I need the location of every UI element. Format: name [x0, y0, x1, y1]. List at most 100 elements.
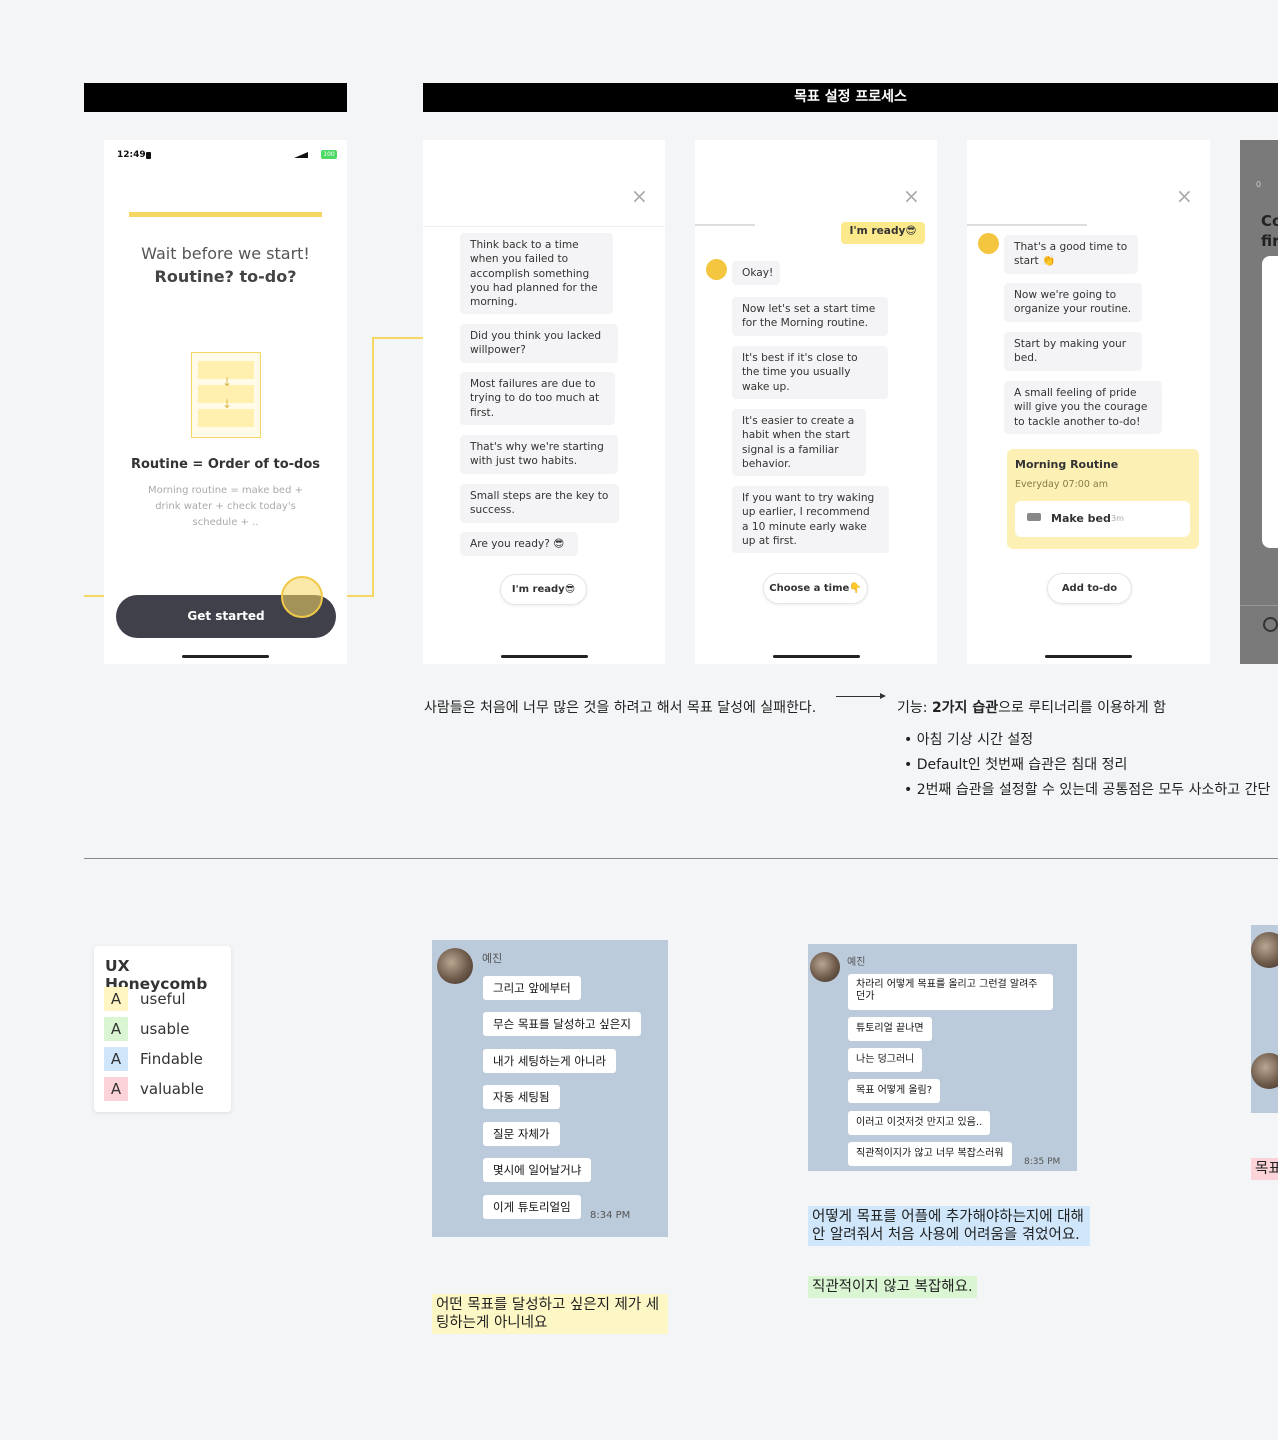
im-ready-button[interactable]: I'm ready😎 [500, 574, 587, 605]
card-subtitle: Everyday 07:00 am [1015, 479, 1108, 490]
ux-honeycomb-card: UX Honeycomb Auseful Ausable A Findable A… [94, 946, 231, 1112]
chat-bubble: Think back to a time when you failed to … [460, 233, 613, 315]
arrow-down-icon: ↓ [222, 397, 233, 411]
tap-indicator [281, 576, 323, 618]
chat-message: 직관적이지가 않고 너무 복잡스러워 [848, 1142, 1012, 1166]
section-divider [84, 858, 1278, 859]
chat-message: 내가 세팅하는게 아니라 [483, 1049, 617, 1073]
routine-illustration: ↓ ↓ [191, 352, 261, 438]
chat-message: 질문 자체가 [483, 1122, 560, 1146]
chat-message: 무슨 목표를 달성하고 싶은지 [483, 1012, 641, 1036]
chat-bubble: Start by making your bed. [1004, 332, 1142, 371]
desc-line3: schedule + .. [192, 517, 259, 528]
signal-icon [294, 152, 308, 158]
chat-bubble: That's a good time to start 👏 [1004, 235, 1138, 274]
chat-bubble: Now let's set a start time for the Morni… [732, 297, 888, 336]
item-duration: 3m [1111, 514, 1124, 523]
chat-bubble: That's why we're starting with just two … [460, 435, 618, 474]
choose-time-button[interactable]: Choose a time👇 [763, 573, 868, 604]
section-header: 목표 설정 프로세스 [423, 83, 1278, 112]
chat-bubble: Now we're going to organize your routine… [1004, 283, 1142, 322]
honeycomb-letter: A [104, 987, 128, 1011]
chat-bubble: Are you ready? 😎 [460, 532, 578, 557]
chat-message: 자동 세팅됨 [483, 1085, 560, 1109]
honeycomb-label: valuable [140, 1080, 204, 1098]
chat-bubble: It's best if it's close to the time you … [732, 346, 888, 399]
next-screen-peek: 0 Co fir [1240, 140, 1278, 664]
item-label: Make bed [1051, 512, 1111, 525]
chat-message: 나는 덩그러니 [848, 1048, 923, 1072]
peek-card [1262, 256, 1278, 548]
bullet-text: Default인 첫번째 습관은 침대 정리 [916, 757, 1128, 773]
chat-bubble: Okay! [732, 261, 780, 286]
honeycomb-label: Findable [140, 1050, 203, 1068]
kakao-chat-2: 예진 차라리 어떻게 목표를 올리고 그런걸 알려주던가 튜토리얼 끝나면 나는… [808, 944, 1077, 1171]
battery-icon: 100 [321, 150, 337, 159]
insight-note-yellow: 어떤 목표를 달성하고 싶은지 제가 세팅하는게 아니네요 [432, 1294, 668, 1334]
progress-line [695, 224, 755, 226]
chat-screen-1: × Think back to a time when you failed t… [423, 140, 665, 664]
coach-avatar [978, 233, 999, 254]
chat-bubble: Did you think you lacked willpower? [460, 324, 618, 363]
arrow-head [880, 693, 886, 699]
insight-note-green: 직관적이지 않고 복잡해요. [808, 1276, 977, 1298]
home-indicator [1045, 655, 1132, 658]
add-todo-button[interactable]: Add to-do [1047, 573, 1132, 604]
sender-name: 예진 [847, 957, 866, 968]
close-icon[interactable]: × [903, 184, 920, 208]
problem-note: 사람들은 처음에 너무 많은 것을 하려고 해서 목표 달성에 실패한다. [424, 700, 817, 716]
chat-bubble: It's easier to create a habit when the s… [732, 409, 866, 477]
user-reply-bubble: I'm ready😎 [841, 222, 925, 244]
honeycomb-item: Ausable [104, 1017, 189, 1041]
header-divider [423, 226, 665, 227]
honeycomb-item: A Findable [104, 1047, 203, 1071]
feature-bullet: • Default인 첫번째 습관은 침대 정리 [904, 757, 1128, 773]
equation-heading: Routine = Order of to-dos [130, 457, 321, 472]
feature-bold: 2가지 습관 [931, 700, 999, 716]
connector-line-top [372, 337, 423, 339]
feature-bullet: • 아침 기상 시간 설정 [904, 732, 1034, 748]
chat-message: 이러고 이것저것 만지고 있음.. [848, 1111, 991, 1135]
peek-line2: fir [1261, 232, 1278, 250]
title-line1: Wait before we start! [141, 244, 310, 263]
progress-bar [129, 212, 322, 217]
honeycomb-letter: A [104, 1017, 128, 1041]
honeycomb-letter: A [104, 1077, 128, 1101]
insight-note-blue: 어떻게 목표를 어플에 추가해야하는지에 대해 안 알려줘서 처음 사용에 어려… [808, 1206, 1090, 1246]
routine-item[interactable]: Make bed 3m [1015, 501, 1190, 537]
chat-bubble: A small feeling of pride will give you t… [1004, 381, 1162, 434]
connector-line-left [84, 595, 104, 597]
chat-bubble: If you want to try waking up earlier, I … [732, 486, 889, 554]
feature-suffix: 으로 루티너리를 이용하게 함 [998, 700, 1166, 716]
honeycomb-label: useful [140, 990, 186, 1008]
feature-bullet: • 2번째 습관을 설정할 수 있는데 공통점은 모두 사소하고 간단 [904, 782, 1271, 798]
message-time: 8:35 PM [1024, 1157, 1061, 1167]
profile-photo [437, 948, 473, 984]
close-icon[interactable]: × [631, 184, 648, 208]
message-time: 8:34 PM [590, 1210, 631, 1221]
chat-bubble: Small steps are the key to success. [460, 484, 619, 523]
home-indicator [182, 655, 269, 658]
left-header-bar [84, 83, 347, 112]
routine-card: Morning Routine Everyday 07:00 am Make b… [1007, 449, 1199, 549]
arrow-icon [836, 696, 884, 697]
chat-screen-3: × That's a good time to start 👏 Now we'r… [967, 140, 1210, 664]
right-peek-note: 목표 [1251, 1158, 1278, 1180]
connector-line-v [372, 337, 374, 597]
coach-avatar [706, 259, 727, 280]
close-icon[interactable]: × [1176, 184, 1193, 208]
clock-icon [1263, 617, 1278, 632]
peek-divider [1240, 605, 1278, 606]
peek-line1: Co [1261, 212, 1278, 230]
feature-prefix: 기능: [897, 700, 932, 716]
right-peek-chat [1251, 925, 1278, 1113]
honeycomb-item: Auseful [104, 987, 186, 1011]
title-line2: Routine? to-do? [154, 267, 297, 286]
honeycomb-item: Avaluable [104, 1077, 204, 1101]
chat-message: 이게 튜토리얼임 [483, 1195, 581, 1219]
desc-line1: Morning routine = make bed + [148, 485, 303, 496]
card-title: Morning Routine [1015, 458, 1119, 471]
chat-message: 차라리 어떻게 목표를 올리고 그런걸 알려주던가 [848, 974, 1053, 1010]
profile-photo [1251, 1053, 1278, 1089]
chat-message: 몇시에 일어날거냐 [483, 1158, 592, 1182]
